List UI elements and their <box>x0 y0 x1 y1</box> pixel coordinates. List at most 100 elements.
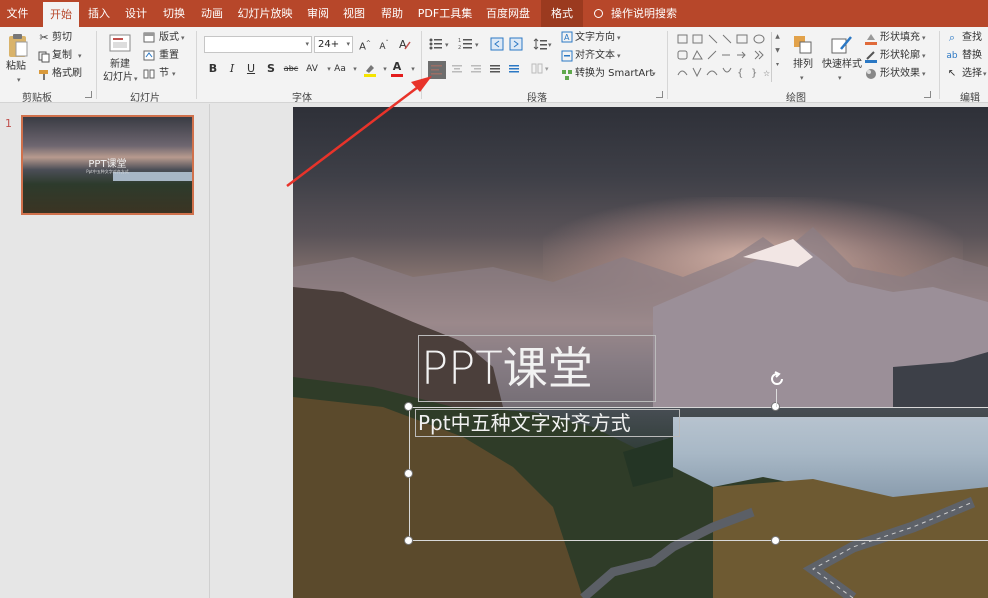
text-direction-dropdown-icon[interactable]: ▾ <box>617 31 621 45</box>
line-spacing-icon[interactable]: ▾ <box>533 37 555 51</box>
quick-styles-dropdown-icon[interactable]: ▾ <box>838 71 842 85</box>
shrink-font-icon[interactable]: Aˇ <box>377 37 391 52</box>
align-text-button[interactable]: 对齐文本 <box>575 49 615 63</box>
shape-fill-dropdown-icon[interactable]: ▾ <box>922 31 926 45</box>
font-color-button[interactable]: A <box>390 60 404 74</box>
tab-help[interactable]: 帮助 <box>376 0 408 27</box>
align-right-icon[interactable] <box>470 63 482 75</box>
grow-font-icon[interactable]: A^ <box>358 37 372 52</box>
resize-handle-bottom-left[interactable] <box>404 536 413 545</box>
select-dropdown-icon[interactable]: ▾ <box>983 67 987 81</box>
tab-file[interactable]: 文件 <box>0 0 35 27</box>
tab-insert[interactable]: 插入 <box>84 0 114 27</box>
align-text-dropdown-icon[interactable]: ▾ <box>617 49 621 63</box>
increase-indent-icon[interactable] <box>509 37 523 51</box>
tab-transitions[interactable]: 切换 <box>158 0 190 27</box>
arrange-button[interactable]: 排列 <box>793 58 813 72</box>
slide-title-textbox[interactable]: PPT课堂 <box>418 335 656 402</box>
tab-baidu-netdisk[interactable]: 百度网盘 <box>482 0 534 27</box>
numbering-icon[interactable]: 12 ▾ <box>458 37 486 51</box>
justify-icon[interactable] <box>489 63 501 75</box>
shape-outline-dropdown-icon[interactable]: ▾ <box>922 49 926 63</box>
convert-smartart-button[interactable]: 转换为 SmartArt <box>575 67 653 81</box>
clear-formatting-icon[interactable]: A <box>398 37 412 51</box>
new-slide-icon[interactable] <box>109 33 131 55</box>
smartart-dropdown-icon[interactable]: ▾ <box>652 67 656 81</box>
copy-button[interactable]: 复制 <box>52 49 72 63</box>
case-dropdown-icon[interactable]: ▾ <box>348 62 362 76</box>
tell-me-search[interactable]: 操作说明搜索 <box>594 0 684 27</box>
svg-text:▾: ▾ <box>545 65 549 73</box>
tab-review[interactable]: 审阅 <box>302 0 334 27</box>
strikethrough-button[interactable]: abc <box>283 62 299 76</box>
distributed-icon[interactable] <box>508 63 520 75</box>
character-spacing-button[interactable]: AV <box>304 62 320 76</box>
align-center-icon[interactable] <box>451 63 463 75</box>
columns-icon[interactable]: ▾ <box>531 63 553 75</box>
shapes-gallery[interactable]: { } ☆ <box>675 32 773 82</box>
arrange-dropdown-icon[interactable]: ▾ <box>800 71 804 85</box>
rotate-handle-icon[interactable] <box>768 371 786 389</box>
section-dropdown-icon[interactable]: ▾ <box>172 67 176 81</box>
resize-handle-bottom-center[interactable] <box>771 536 780 545</box>
cut-button[interactable]: 剪切 <box>52 31 72 45</box>
find-button[interactable]: 查找 <box>962 31 982 45</box>
svg-text:▾: ▾ <box>475 41 479 49</box>
font-color-dropdown-icon[interactable]: ▾ <box>406 62 420 76</box>
paragraph-launcher-icon[interactable] <box>656 91 663 98</box>
arrange-icon[interactable] <box>793 35 813 55</box>
drawing-launcher-icon[interactable] <box>924 91 931 98</box>
paste-icon[interactable] <box>7 33 29 59</box>
shape-outline-button[interactable]: 形状轮廓 <box>880 49 920 63</box>
italic-button[interactable]: I <box>225 62 239 76</box>
section-button[interactable]: 节 <box>159 67 169 81</box>
shape-fill-button[interactable]: 形状填充 <box>880 31 920 45</box>
new-slide-label-2[interactable]: 幻灯片 <box>103 71 133 85</box>
resize-handle-top-left[interactable] <box>404 402 413 411</box>
shape-effects-dropdown-icon[interactable]: ▾ <box>922 67 926 81</box>
new-slide-label[interactable]: 新建 <box>110 58 130 72</box>
bullets-icon[interactable]: ▾ <box>428 37 456 51</box>
tab-animations[interactable]: 动画 <box>196 0 228 27</box>
tab-slideshow[interactable]: 幻灯片放映 <box>234 0 296 27</box>
layout-dropdown-icon[interactable]: ▾ <box>181 31 185 45</box>
layout-button[interactable]: 版式 <box>159 31 179 45</box>
group-label-drawing: 绘图 <box>786 93 806 104</box>
quick-styles-button[interactable]: 快速样式 <box>822 58 862 72</box>
highlight-icon[interactable] <box>362 62 378 78</box>
group-divider <box>196 31 197 99</box>
reset-button[interactable]: 重置 <box>159 49 179 63</box>
align-left-icon[interactable] <box>428 61 446 79</box>
text-direction-icon: A <box>561 31 573 43</box>
select-button[interactable]: 选择 <box>962 67 982 81</box>
font-size-combo[interactable]: 24+ ▾ <box>314 36 353 53</box>
font-color-swatch <box>391 74 403 77</box>
tab-design[interactable]: 设计 <box>120 0 152 27</box>
text-direction-button[interactable]: 文字方向 <box>575 31 615 45</box>
tab-view[interactable]: 视图 <box>338 0 370 27</box>
shape-effects-button[interactable]: 形状效果 <box>880 67 920 81</box>
paste-dropdown-icon[interactable]: ▾ <box>17 73 21 87</box>
clipboard-launcher-icon[interactable] <box>85 91 92 98</box>
replace-button[interactable]: 替换 <box>962 49 982 63</box>
chevron-down-icon: ▾ <box>346 40 350 48</box>
quick-styles-icon[interactable] <box>831 35 853 57</box>
selection-frame[interactable] <box>409 407 988 541</box>
resize-handle-middle-left[interactable] <box>404 469 413 478</box>
new-slide-dropdown-icon[interactable]: ▾ <box>134 72 138 86</box>
copy-dropdown-icon[interactable]: ▾ <box>78 49 82 63</box>
format-painter-button[interactable]: 格式刷 <box>52 67 82 81</box>
tab-home[interactable]: 开始 <box>43 2 79 27</box>
paste-button[interactable]: 粘贴 <box>6 60 26 74</box>
slide-thumbnail[interactable]: PPT课堂 Ppt中五种文字对齐方式 <box>21 115 194 215</box>
decrease-indent-icon[interactable] <box>490 37 504 51</box>
change-case-button[interactable]: Aa <box>332 62 348 76</box>
underline-button[interactable]: U <box>244 62 258 76</box>
shadow-button[interactable]: S <box>264 62 278 76</box>
bold-button[interactable]: B <box>206 62 220 76</box>
shape-outline-icon <box>865 51 877 63</box>
font-name-combo[interactable]: ▾ <box>204 36 312 53</box>
shapes-scroll[interactable]: ▲ ▼ ▾ <box>771 32 783 82</box>
tab-pdf-tools[interactable]: PDF工具集 <box>414 0 476 27</box>
tab-format[interactable]: 格式 <box>541 0 583 27</box>
